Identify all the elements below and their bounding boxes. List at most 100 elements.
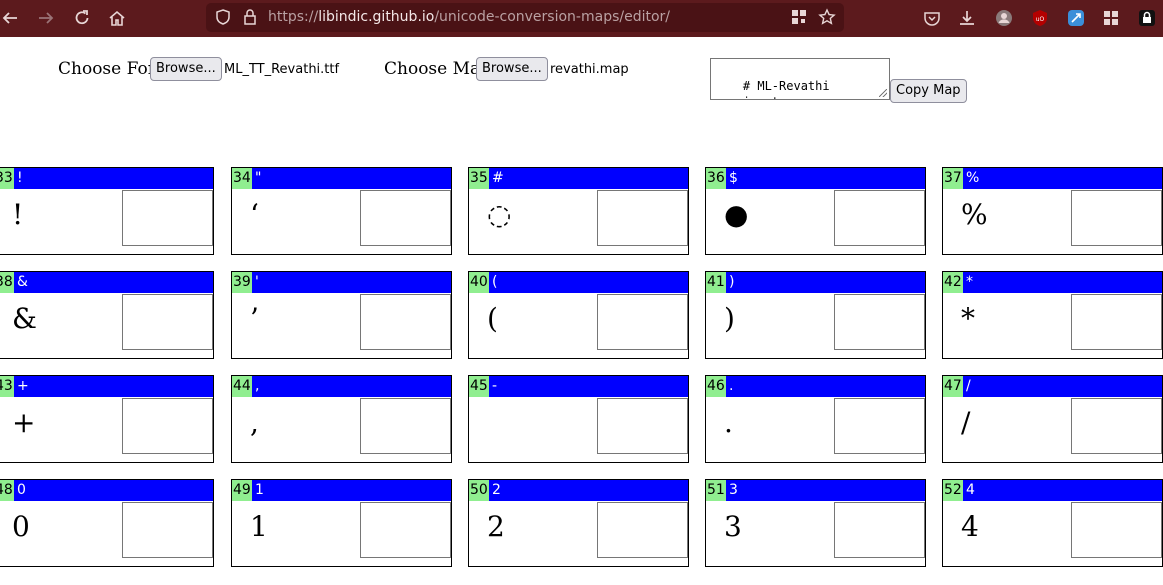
char-label: 3	[729, 482, 738, 498]
qr-code-icon[interactable]	[789, 7, 809, 27]
font-glyph-preview: &	[12, 302, 37, 335]
unicode-mapping-input[interactable]	[834, 294, 925, 350]
extensions-grid-icon[interactable]	[1101, 8, 1121, 28]
glyph-card-header: 46.	[706, 376, 925, 397]
char-label: *	[966, 274, 973, 290]
lock-extension-icon[interactable]	[1137, 8, 1157, 28]
reload-icon[interactable]	[72, 8, 92, 28]
download-icon[interactable]	[957, 8, 977, 28]
font-browse-button[interactable]: Browse...	[150, 57, 222, 81]
glyph-card: 42 * *	[942, 271, 1163, 359]
font-glyph-preview: ,	[250, 406, 259, 439]
map-textarea[interactable]: # ML-Revathi mapping to Unicode	[710, 58, 890, 100]
pocket-icon[interactable]	[922, 8, 942, 28]
unicode-mapping-input[interactable]	[834, 398, 925, 454]
glyph-card-header: 41)	[706, 272, 925, 293]
char-code: 36	[706, 168, 726, 189]
unicode-mapping-input[interactable]	[1071, 502, 1162, 558]
glyph-card: 40((	[468, 271, 689, 359]
font-glyph-preview: %	[961, 198, 988, 231]
font-file-name: ML_TT_Revathi.ttf	[224, 62, 340, 77]
url-path: /unicode-conversion-maps/editor/	[434, 9, 671, 25]
lock-icon[interactable]	[240, 7, 260, 27]
glyph-card: 4800	[0, 479, 214, 567]
glyph-card-header: 480	[0, 480, 213, 501]
map-browse-button[interactable]: Browse...	[476, 57, 548, 81]
unicode-mapping-input[interactable]	[1071, 190, 1162, 246]
unicode-mapping-input[interactable]	[122, 502, 213, 558]
unicode-mapping-input[interactable]	[360, 190, 451, 246]
account-avatar-icon[interactable]	[994, 8, 1014, 28]
char-code: 35	[469, 168, 489, 189]
unicode-mapping-input[interactable]	[360, 294, 451, 350]
tracking-shield-icon[interactable]	[213, 7, 233, 27]
font-glyph-preview: *	[961, 302, 975, 335]
font-glyph-preview: 1	[250, 510, 268, 543]
char-label: 2	[492, 482, 501, 498]
unicode-mapping-input[interactable]	[597, 294, 688, 350]
glyph-card: 37%%	[942, 167, 1163, 255]
char-code: 50	[469, 480, 489, 501]
glyph-card: 36 $ ●	[705, 167, 926, 255]
page-content: Choose Font Browse... ML_TT_Revathi.ttf …	[0, 37, 1163, 585]
char-label: 0	[17, 482, 26, 498]
font-glyph-preview: 2	[487, 510, 505, 543]
char-code: 49	[232, 480, 252, 501]
glyph-card: 51 3 3	[705, 479, 926, 567]
glyph-card: 35 # ◌	[468, 167, 689, 255]
back-arrow-icon[interactable]	[0, 8, 20, 28]
svg-text:uO: uO	[1036, 16, 1045, 23]
unicode-mapping-input[interactable]	[597, 398, 688, 454]
glyph-card: 33!!	[0, 167, 214, 255]
char-code: 47	[943, 376, 963, 397]
font-glyph-preview: 4	[961, 510, 979, 543]
char-label: /	[966, 378, 971, 394]
font-glyph-preview: ◌	[487, 198, 512, 231]
unicode-mapping-input[interactable]	[834, 502, 925, 558]
glyph-card-header: 49 1	[232, 480, 451, 501]
extension-blue-icon[interactable]	[1066, 8, 1086, 28]
unicode-mapping-input[interactable]	[1071, 294, 1162, 350]
home-icon[interactable]	[107, 8, 127, 28]
glyph-card: 46..	[705, 375, 926, 463]
unicode-mapping-input[interactable]	[1071, 398, 1162, 454]
unicode-mapping-input[interactable]	[122, 294, 213, 350]
map-textarea-content: # ML-Revathi mapping to Unicode	[714, 79, 830, 99]
resize-grip-icon[interactable]	[879, 89, 887, 97]
font-glyph-preview: .	[724, 406, 733, 439]
address-bar[interactable]: https://libindic.github.io/unicode-conve…	[206, 3, 844, 32]
char-code: 37	[943, 168, 963, 189]
char-label: +	[17, 378, 29, 394]
unicode-mapping-input[interactable]	[597, 190, 688, 246]
glyph-card: 52 4 4	[942, 479, 1163, 567]
char-code: 46	[706, 376, 726, 397]
unicode-mapping-input[interactable]	[834, 190, 925, 246]
font-glyph-preview: !	[12, 198, 24, 231]
glyph-card-header: 39 '	[232, 272, 451, 293]
glyph-card: 39 ' ’	[231, 271, 452, 359]
url-prefix: https://	[268, 9, 319, 25]
ublock-origin-icon[interactable]: uO	[1030, 8, 1050, 28]
copy-map-button[interactable]: Copy Map	[890, 79, 967, 103]
bookmark-star-icon[interactable]	[817, 7, 837, 27]
unicode-mapping-input[interactable]	[360, 398, 451, 454]
unicode-mapping-input[interactable]	[122, 190, 213, 246]
char-code: 41	[706, 272, 726, 293]
glyph-card: 49 1 1	[231, 479, 452, 567]
char-label: "	[255, 170, 262, 186]
font-glyph-preview: (	[487, 302, 498, 335]
unicode-mapping-input[interactable]	[122, 398, 213, 454]
url-text[interactable]: https://libindic.github.io/unicode-conve…	[268, 9, 670, 25]
char-label: 1	[255, 482, 264, 498]
forward-arrow-icon[interactable]	[36, 8, 56, 28]
glyph-card-header: 35 #	[469, 168, 688, 189]
char-label: 4	[966, 482, 975, 498]
char-code: 40	[469, 272, 489, 293]
unicode-mapping-input[interactable]	[360, 502, 451, 558]
char-label: '	[255, 274, 259, 290]
glyph-card: 45-	[468, 375, 689, 463]
glyph-card: 47//	[942, 375, 1163, 463]
glyph-card: 34 " ‘	[231, 167, 452, 255]
char-code: 34	[232, 168, 252, 189]
unicode-mapping-input[interactable]	[597, 502, 688, 558]
